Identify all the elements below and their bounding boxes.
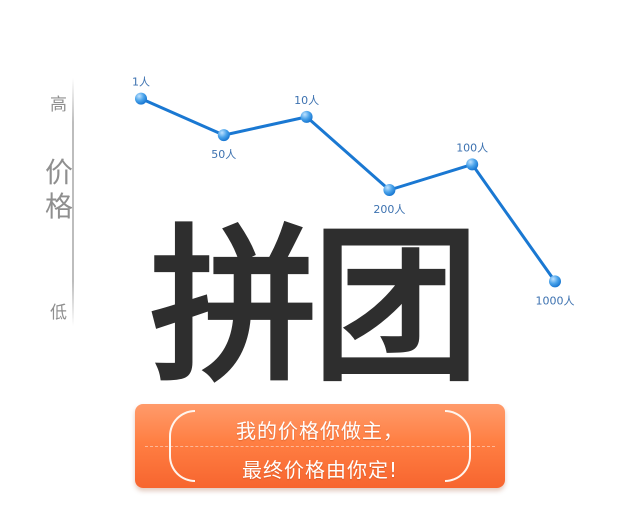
promo-canvas: 高 价 格 低 1人 50人 10人 200人 100人 1000人 拼团 我的价格你做主… <box>0 0 640 525</box>
data-point <box>466 158 479 171</box>
slogan-line-2: 最终价格由你定! <box>241 458 399 482</box>
banner-divider <box>145 446 495 447</box>
data-label: 10人 <box>294 94 319 107</box>
data-point <box>383 184 396 196</box>
slogan-line-1: 我的价格你做主， <box>236 419 404 443</box>
data-point <box>135 92 147 105</box>
data-point <box>300 110 313 123</box>
data-point <box>217 129 230 142</box>
slogan-banner: 我的价格你做主， 最终价格由你定! <box>135 404 505 488</box>
data-label: 50人 <box>211 148 236 161</box>
data-label: 1000人 <box>536 294 575 307</box>
data-label: 1人 <box>132 76 150 89</box>
data-point <box>549 275 561 288</box>
group-buy-title: 拼团 <box>150 209 480 405</box>
data-label: 100人 <box>456 141 488 154</box>
